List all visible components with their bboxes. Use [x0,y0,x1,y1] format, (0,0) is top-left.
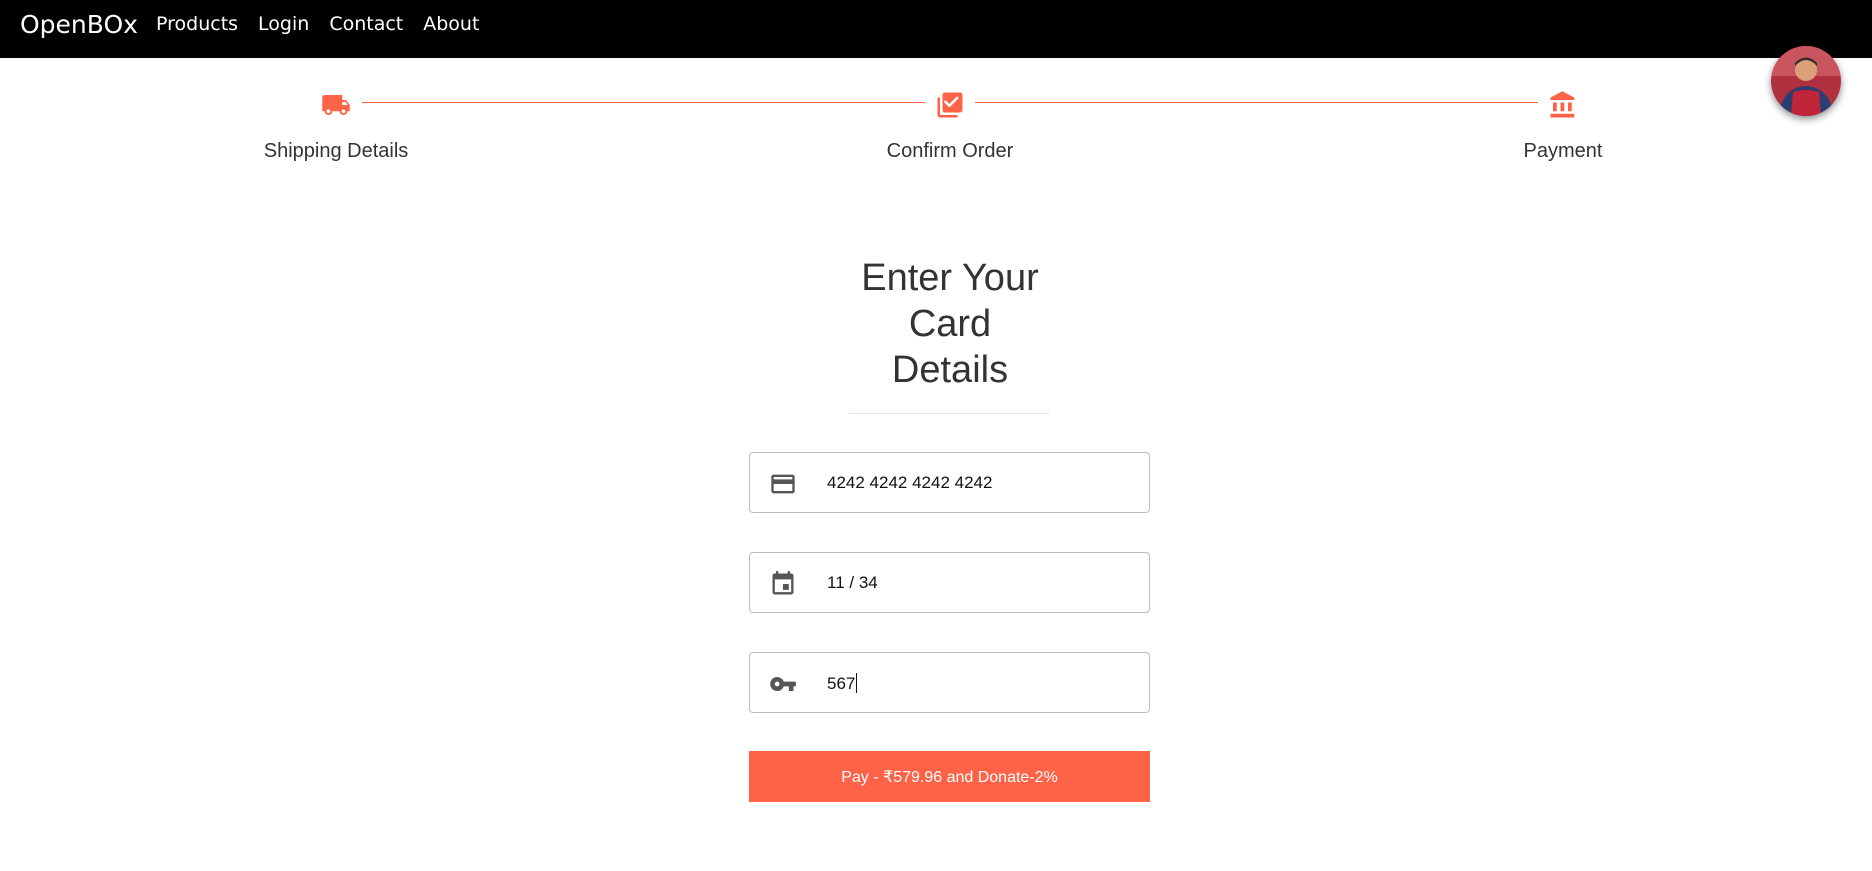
nav-link-about[interactable]: About [423,13,479,35]
title-line-3: Details [891,349,1009,391]
nav-links: Products Login Contact About [156,13,499,35]
text-caret [856,673,858,693]
step-label-payment: Payment [1523,140,1603,162]
bank-icon [1550,91,1575,118]
truck-icon [322,95,350,115]
step-confirm-order: Confirm Order [800,80,1100,163]
checkout-stepper: Shipping Details Confirm Order Payment [0,80,1872,180]
calendar-icon [772,571,794,595]
step-shipping-details: Shipping Details [186,80,486,163]
credit-card-icon [771,474,795,494]
checklist-icon [937,92,963,118]
page-title: Enter Your Card Details [800,255,1100,393]
title-line-2: Card [908,303,992,345]
nav-link-login[interactable]: Login [258,13,309,35]
title-divider [849,413,1050,414]
pay-button[interactable]: Pay - ₹579.96 and Donate-2% [749,751,1150,802]
card-cvc-field[interactable]: 567 [749,652,1150,713]
step-label-confirm: Confirm Order [886,140,1014,162]
card-cvc-value: 567 [827,673,858,694]
cvc-text: 567 [827,674,856,693]
card-expiry-field[interactable]: 11 / 34 [749,552,1150,613]
card-number-field[interactable]: 4242 4242 4242 4242 [749,452,1150,513]
brand-logo[interactable]: OpenBOx [20,10,138,39]
title-line-1: Enter Your [861,257,1039,299]
key-icon [770,677,796,691]
step-label-shipping: Shipping Details [263,140,409,162]
card-number-value: 4242 4242 4242 4242 [827,473,993,492]
card-expiry-value: 11 / 34 [827,573,878,592]
step-payment: Payment [1413,80,1713,163]
nav-link-contact[interactable]: Contact [329,13,403,35]
nav-link-products[interactable]: Products [156,13,238,35]
navbar: OpenBOx Products Login Contact About [0,0,1872,58]
